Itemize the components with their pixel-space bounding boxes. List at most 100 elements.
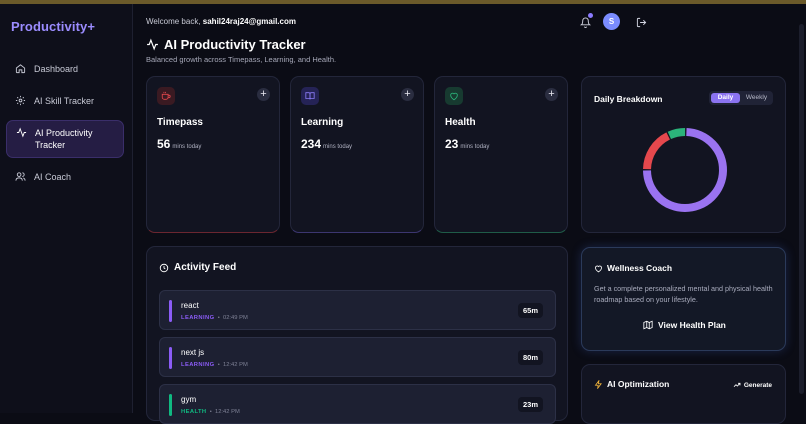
sidebar-item-label: AI Coach bbox=[34, 172, 72, 182]
coffee-icon bbox=[161, 91, 171, 100]
gear-icon bbox=[15, 95, 26, 106]
feed-title-row: Activity Feed bbox=[159, 262, 236, 273]
stat-card-learning: + Learning 234 mins today bbox=[290, 76, 424, 233]
scrollbar[interactable] bbox=[799, 24, 804, 394]
stat-icon-box bbox=[157, 87, 175, 105]
activity-duration: 80m bbox=[517, 350, 543, 365]
activity-icon bbox=[147, 38, 158, 51]
stat-number: 56 bbox=[157, 137, 171, 151]
activity-meta: LEARNING • 12:42 PM bbox=[181, 362, 248, 368]
stat-value: 56 mins today bbox=[157, 137, 201, 151]
activity-category: LEARNING bbox=[181, 362, 215, 368]
donut-slice-timepass bbox=[643, 132, 671, 170]
trend-up-icon bbox=[733, 382, 741, 387]
activity-category: HEALTH bbox=[181, 409, 207, 415]
activity-name: next js bbox=[181, 348, 205, 357]
add-timepass-button[interactable]: + bbox=[257, 88, 270, 101]
activity-meta: LEARNING • 02:49 PM bbox=[181, 315, 248, 321]
category-bar bbox=[169, 347, 172, 369]
stat-value: 23 mins today bbox=[445, 137, 489, 151]
sidebar-item-ai-coach[interactable]: AI Coach bbox=[6, 164, 124, 190]
activity-category: LEARNING bbox=[181, 315, 215, 321]
bell-icon bbox=[579, 17, 592, 28]
wellness-title: Wellness Coach bbox=[607, 263, 673, 273]
donut-slice-health bbox=[667, 128, 686, 140]
page-title-row: AI Productivity Tracker bbox=[146, 37, 306, 52]
wellness-coach-card: Wellness Coach Get a complete personaliz… bbox=[581, 247, 786, 351]
category-bar bbox=[169, 300, 172, 322]
toggle-daily[interactable]: Daily bbox=[711, 93, 740, 103]
activity-duration: 23m bbox=[517, 397, 543, 412]
page-subtitle: Balanced growth across Timepass, Learnin… bbox=[146, 55, 337, 64]
app-root: Productivity+ Dashboard AI Skill Tracker… bbox=[0, 4, 806, 424]
generate-button[interactable]: Generate bbox=[733, 381, 772, 389]
activity-time: 12:42 PM bbox=[222, 362, 248, 368]
period-toggle: Daily Weekly bbox=[709, 91, 773, 105]
list-item[interactable]: react LEARNING • 02:49 PM 65m bbox=[159, 290, 556, 330]
brand-logo[interactable]: Productivity+ bbox=[11, 19, 95, 34]
sidebar-nav: Dashboard AI Skill Tracker AI Productivi… bbox=[6, 56, 124, 196]
sidebar: Productivity+ Dashboard AI Skill Tracker… bbox=[0, 4, 133, 413]
activity-feed-card: Activity Feed react LEARNING • 02:49 PM … bbox=[146, 246, 568, 424]
heart-icon bbox=[450, 92, 458, 101]
list-item[interactable]: gym HEALTH • 12:42 PM 23m bbox=[159, 384, 556, 424]
logout-icon bbox=[636, 17, 647, 28]
stat-number: 234 bbox=[301, 137, 322, 151]
breakdown-title: Daily Breakdown bbox=[594, 94, 663, 104]
clock-icon bbox=[159, 263, 169, 272]
activity-time: 02:49 PM bbox=[222, 315, 248, 321]
stat-value: 234 mins today bbox=[301, 137, 352, 151]
home-icon bbox=[15, 64, 26, 74]
wellness-title-row: Wellness Coach bbox=[594, 263, 672, 273]
logout-button[interactable] bbox=[636, 15, 647, 33]
add-learning-button[interactable]: + bbox=[401, 88, 414, 101]
sidebar-item-label: AI Skill Tracker bbox=[34, 96, 95, 106]
activity-duration: 65m bbox=[517, 303, 543, 318]
feed-title: Activity Feed bbox=[174, 262, 237, 273]
stat-number: 23 bbox=[445, 137, 459, 151]
activity-name: gym bbox=[181, 395, 197, 404]
sidebar-item-ai-productivity-tracker[interactable]: AI Productivity Tracker bbox=[6, 120, 124, 158]
page-title: AI Productivity Tracker bbox=[164, 37, 306, 52]
sidebar-item-label: Dashboard bbox=[34, 64, 79, 74]
book-icon bbox=[305, 92, 315, 100]
add-health-button[interactable]: + bbox=[545, 88, 558, 101]
daily-breakdown-card: Daily Breakdown Daily Weekly bbox=[581, 76, 786, 233]
activity-meta: HEALTH • 12:42 PM bbox=[181, 409, 240, 415]
stat-name: Learning bbox=[301, 117, 344, 128]
list-item[interactable]: next js LEARNING • 12:42 PM 80m bbox=[159, 337, 556, 377]
activity-icon bbox=[16, 127, 27, 138]
welcome-prefix: Welcome back, bbox=[146, 17, 201, 26]
ai-optimization-title: AI Optimization bbox=[607, 379, 670, 389]
stat-name: Timepass bbox=[157, 117, 203, 128]
avatar[interactable]: S bbox=[603, 13, 620, 30]
activity-name: react bbox=[181, 301, 199, 310]
heart-icon bbox=[595, 265, 602, 272]
welcome-text: Welcome back, sahil24raj24@gmail.com bbox=[146, 17, 296, 26]
user-email: sahil24raj24@gmail.com bbox=[202, 17, 296, 26]
ai-optimization-title-row: AI Optimization bbox=[594, 379, 669, 389]
stat-unit: mins today bbox=[460, 144, 490, 150]
lightning-icon bbox=[594, 379, 602, 389]
stat-icon-box bbox=[445, 87, 463, 105]
users-icon bbox=[15, 172, 26, 181]
stat-name: Health bbox=[445, 117, 476, 128]
breakdown-donut-chart bbox=[643, 128, 727, 212]
map-icon bbox=[643, 320, 653, 330]
stat-unit: mins today bbox=[172, 144, 202, 150]
stat-card-health: + Health 23 mins today bbox=[434, 76, 568, 233]
stat-card-timepass: + Timepass 56 mins today bbox=[146, 76, 280, 233]
view-health-plan-label: View Health Plan bbox=[658, 320, 726, 330]
sidebar-item-dashboard[interactable]: Dashboard bbox=[6, 56, 124, 82]
stat-unit: mins today bbox=[323, 144, 353, 150]
stat-icon-box bbox=[301, 87, 319, 105]
ai-optimization-card: AI Optimization Generate bbox=[581, 364, 786, 424]
notification-dot bbox=[588, 13, 593, 18]
sidebar-item-ai-skill-tracker[interactable]: AI Skill Tracker bbox=[6, 88, 124, 114]
view-health-plan-button[interactable]: View Health Plan bbox=[643, 320, 726, 330]
sidebar-item-label: AI Productivity Tracker bbox=[35, 128, 93, 150]
generate-label: Generate bbox=[743, 381, 772, 389]
toggle-weekly[interactable]: Weekly bbox=[742, 93, 771, 103]
wellness-description: Get a complete personalized mental and p… bbox=[594, 284, 773, 304]
activity-time: 12:42 PM bbox=[214, 409, 240, 415]
